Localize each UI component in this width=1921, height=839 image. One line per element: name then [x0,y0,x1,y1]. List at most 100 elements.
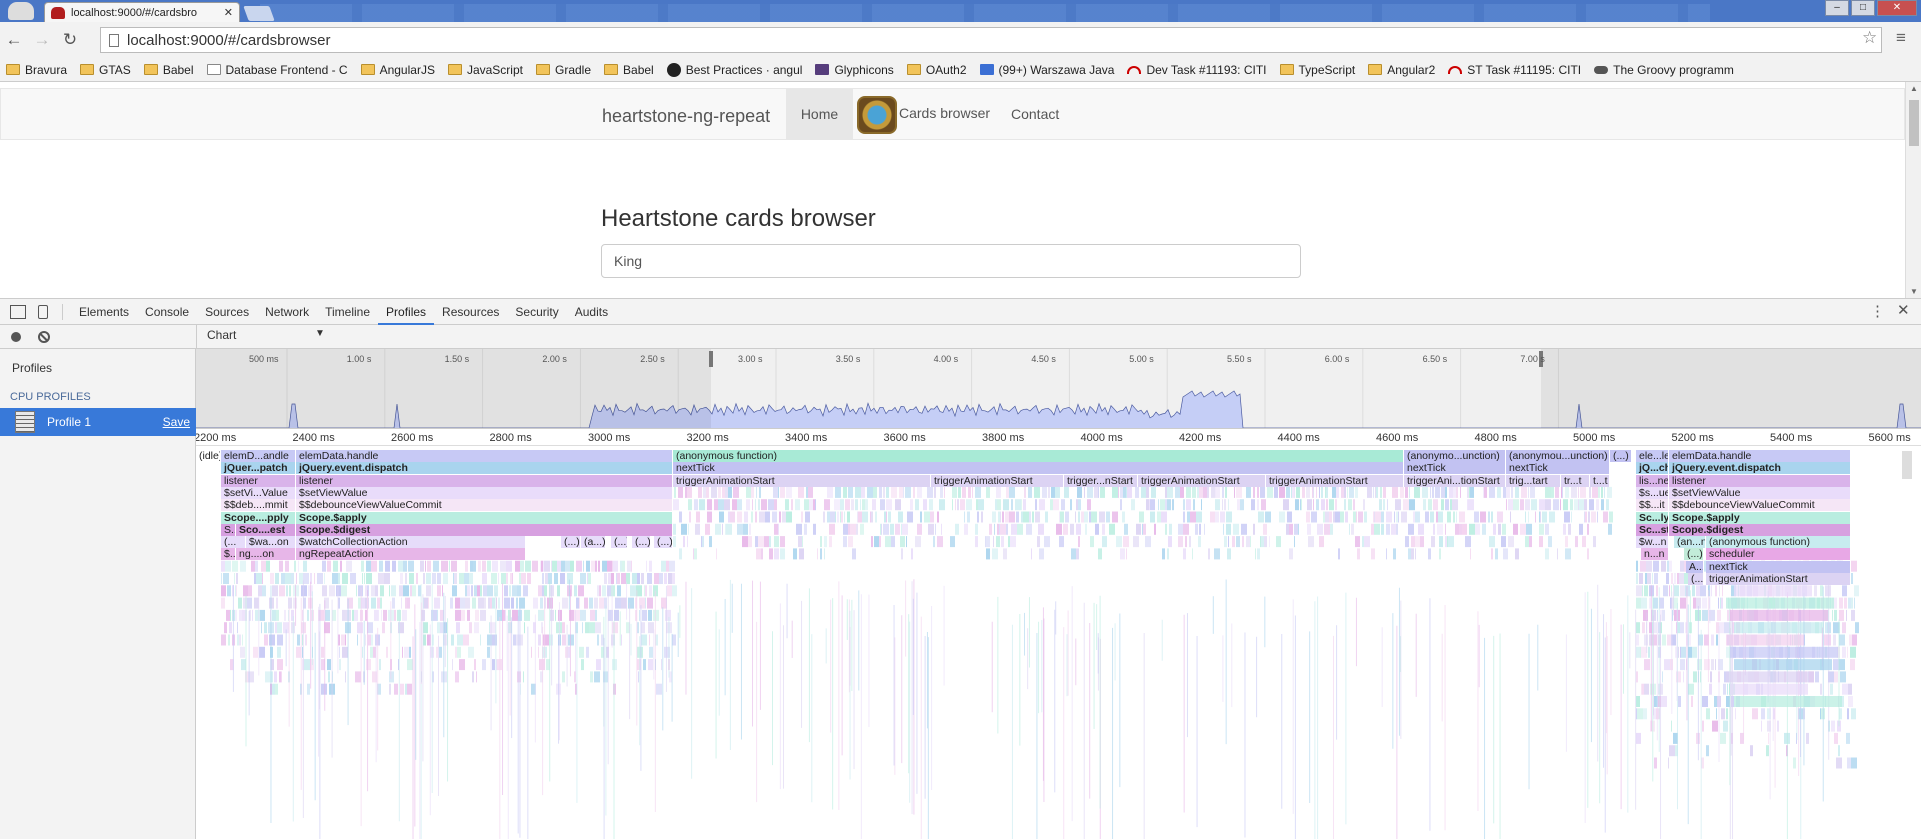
device-mode-icon[interactable] [38,304,48,319]
tab-active[interactable]: localhost:9000/#/cardsbro ✕ [44,2,240,22]
flame-frame[interactable]: (anonymous function) [673,450,1404,462]
tab-elements[interactable]: Elements [71,299,137,325]
flame-frame[interactable]: elemData.handle [296,450,673,462]
bookmark-item[interactable]: Gradle [535,63,591,77]
devtools-close-icon[interactable]: ✕ [1897,301,1910,319]
tab-security[interactable]: Security [507,299,566,325]
flame-frame[interactable]: (anonymo...unction) [1404,450,1506,462]
flame-frame[interactable]: $$deb....mmit [221,499,296,512]
flame-frame[interactable]: (...) [611,536,628,549]
page-scrollbar[interactable]: ▲ ▼ [1905,82,1921,298]
bookmark-item[interactable]: Dev Task #11193: CITI [1127,63,1267,77]
flame-frame[interactable]: t...t [1590,474,1610,487]
flame-frame[interactable]: triggerAnimationStart [1138,474,1266,487]
bookmark-item[interactable]: Best Practices · angul [666,62,802,77]
flame-frame[interactable]: triggerAnimationStart [931,474,1064,487]
bookmark-item[interactable]: JavaScript [447,63,523,77]
flame-frame[interactable]: triggerAnimationStart [673,474,931,487]
flame-frame[interactable]: lis...ner [1636,474,1669,487]
flame-frame[interactable]: (...) [1684,548,1704,561]
flame-frame[interactable]: nextTick [1706,560,1851,573]
profile-overview[interactable]: 500 ms 1.00 s 1.50 s 2.00 s 2.50 s 3.00 s 3.50… [196,349,1921,429]
flame-frame[interactable]: ngRepeatAction [296,548,526,561]
view-mode-select[interactable]: Chart ▼ [207,328,327,346]
flame-frame[interactable]: n...n [1641,548,1669,561]
bookmark-item[interactable]: GTAS [80,63,131,77]
flame-frame[interactable]: (anonymou...unction) [1506,450,1610,462]
flame-frame[interactable]: listener [296,474,673,487]
flame-frame[interactable]: $... [221,548,236,561]
bookmark-star-icon[interactable]: ☆ [1862,28,1877,48]
minimize-icon[interactable]: – [1825,0,1849,16]
flame-frame[interactable]: S... [221,523,236,536]
flame-frame[interactable]: Scope.$digest [1669,523,1851,536]
tab-audits[interactable]: Audits [567,299,616,325]
flame-frame[interactable]: $$...it [1636,499,1669,512]
flame-frame[interactable]: listener [1669,474,1851,487]
profile-item[interactable]: Profile 1 Save [0,408,196,436]
background-tabs[interactable] [260,4,1710,22]
flame-scrollbar[interactable] [1902,451,1912,479]
flame-frame[interactable]: trigger...nStart [1064,474,1138,487]
tab-profiles[interactable]: Profiles [378,299,435,325]
flame-frame[interactable]: nextTick [673,462,1404,475]
flame-frame[interactable]: $s...ue [1636,486,1669,499]
chrome-menu-icon[interactable]: ≡ [1896,28,1906,48]
scroll-down-icon[interactable]: ▼ [1906,287,1921,296]
flame-frame[interactable]: triggerAni...tionStart [1404,474,1506,487]
bookmark-item[interactable]: AngularJS [360,63,435,77]
bookmark-item[interactable]: Babel [604,63,654,77]
flame-frame[interactable]: Scope....pply [221,511,296,524]
flame-frame[interactable]: ele...le [1636,450,1669,462]
tab-close-icon[interactable]: ✕ [224,6,233,19]
bookmark-item[interactable]: Bravura [6,63,67,77]
flame-frame[interactable]: (idle) [196,450,221,462]
flame-frame[interactable]: elemData.handle [1669,450,1851,462]
flame-frame[interactable]: nextTick [1404,462,1506,475]
flame-frame[interactable]: (...) [561,536,581,549]
scroll-thumb[interactable] [1909,100,1919,146]
flame-frame[interactable]: (...) [654,536,673,549]
new-tab-button[interactable] [243,6,275,21]
address-bar[interactable] [100,27,1882,53]
flame-frame[interactable]: $wa...on [246,536,296,549]
flame-frame[interactable]: elemD...andle [221,450,296,462]
bookmark-item[interactable]: OAuth2 [906,63,967,77]
flame-chart[interactable]: 2200 ms 2400 ms 2600 ms 2800 ms 3000 ms 3200 … [196,429,1921,839]
flame-frame[interactable]: (anonymous function) [1706,536,1851,549]
bookmark-item[interactable]: ST Task #11195: CITI [1448,63,1581,77]
scroll-up-icon[interactable]: ▲ [1906,84,1921,93]
tab-timeline[interactable]: Timeline [317,299,378,325]
flame-frame[interactable]: nextTick [1506,462,1610,475]
tab-resources[interactable]: Resources [434,299,507,325]
flame-frame[interactable]: scheduler [1706,548,1851,561]
card-search-input[interactable] [601,244,1301,278]
flame-frame[interactable]: jQuery.event.dispatch [1669,462,1851,475]
nav-contact[interactable]: Contact [1011,106,1059,122]
flame-frame[interactable]: $setVi...Value [221,486,296,499]
flame-frame[interactable]: $$debounceViewValueCommit [1669,499,1851,512]
flame-frame[interactable]: triggerAnimationStart [1706,573,1851,585]
flame-frame[interactable]: listener [221,474,296,487]
flame-frame[interactable]: $watchCollectionAction [296,536,526,549]
bookmark-item[interactable]: Glyphicons [815,63,894,77]
devtools-menu-icon[interactable]: ⋮ [1870,302,1885,320]
back-icon[interactable]: ← [0,30,28,50]
flame-frame[interactable]: $setViewValue [1669,486,1851,499]
bookmark-item[interactable]: Angular2 [1368,63,1435,77]
tab-sources[interactable]: Sources [197,299,257,325]
flame-frame[interactable]: A... [1686,560,1704,573]
flame-frame[interactable]: $setViewValue [296,486,673,499]
flame-frame[interactable]: Sc...st [1636,523,1669,536]
flame-frame[interactable]: Sco....est [236,523,296,536]
window-close-icon[interactable]: ✕ [1877,0,1917,16]
flame-frame[interactable]: Sc...ly [1636,511,1669,524]
reload-icon[interactable]: ↻ [56,30,84,50]
flame-frame[interactable]: Scope.$apply [1669,511,1851,524]
flame-frame[interactable]: ng....on [236,548,296,561]
brand-link[interactable]: heartstone-ng-repeat [602,106,770,127]
nav-cards-browser[interactable]: Cards browser [899,105,990,121]
bookmark-item[interactable]: Database Frontend - C [206,63,348,77]
flame-frame[interactable]: jQ...ch [1636,462,1669,475]
bookmark-item[interactable]: (99+) Warszawa Java [979,63,1114,77]
